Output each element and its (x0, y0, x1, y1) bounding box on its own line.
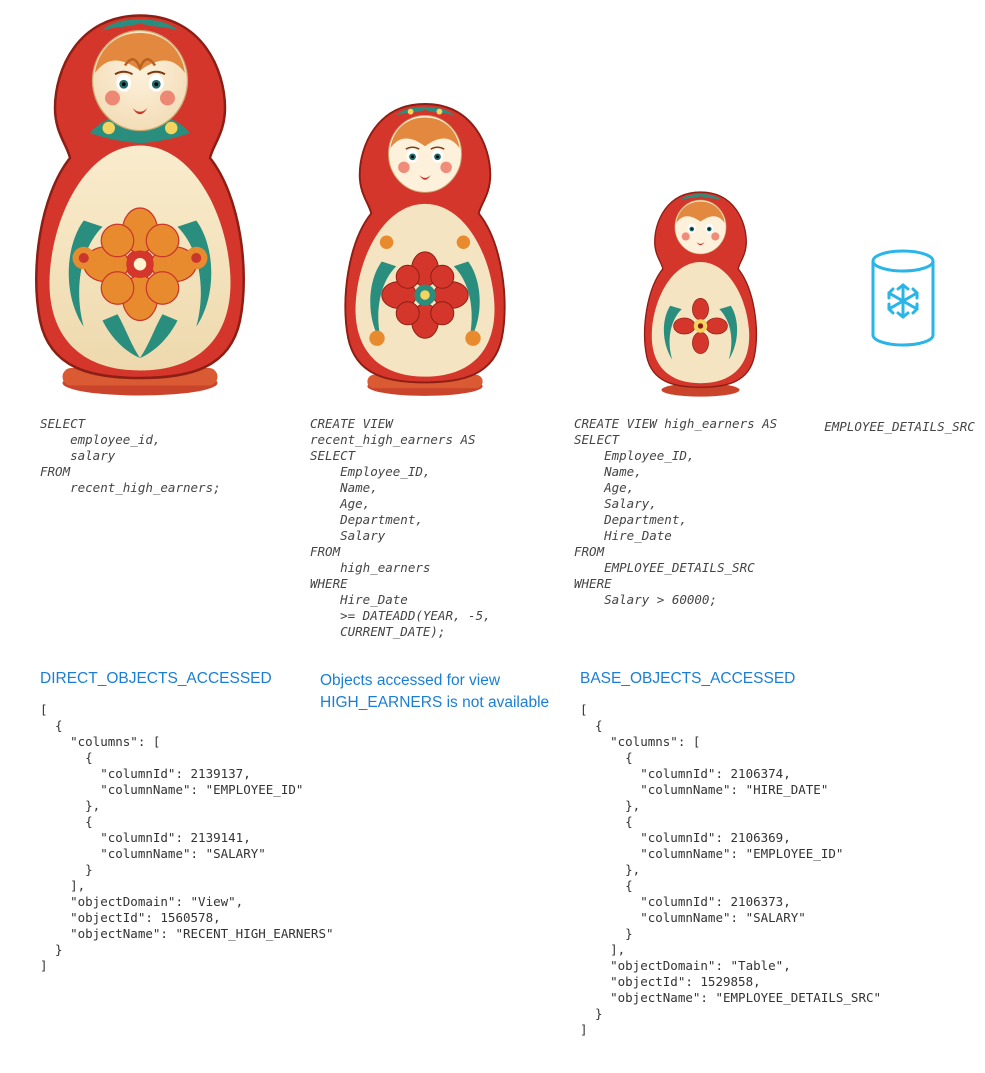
access-history-row: DIRECT_OBJECTS_ACCESSED [ { "columns": [… (0, 670, 985, 1038)
sql-code: SELECT employee_id, salary FROM recent_h… (40, 416, 300, 496)
doll-small (600, 188, 800, 398)
direct-objects-json: [ { "columns": [ { "columnId": 2139137, … (40, 702, 330, 974)
direct-heading: DIRECT_OBJECTS_ACCESSED (40, 670, 330, 688)
sql-query-block: SELECT employee_id, salary FROM recent_h… (40, 416, 300, 496)
doll-large (0, 8, 280, 398)
sql-code: CREATE VIEW recent_high_earners AS SELEC… (310, 416, 560, 640)
database-cylinder (820, 198, 985, 398)
snowflake-db-icon (864, 198, 942, 398)
illustration-row (0, 0, 985, 398)
sql-code: CREATE VIEW high_earners AS SELECT Emplo… (574, 416, 804, 608)
table-name: EMPLOYEE_DETAILS_SRC (824, 419, 975, 434)
base-objects-block: BASE_OBJECTS_ACCESSED [ { "columns": [ {… (580, 670, 910, 1038)
matryoshka-icon (15, 8, 265, 398)
sql-row: SELECT employee_id, salary FROM recent_h… (0, 416, 985, 640)
base-objects-json: [ { "columns": [ { "columnId": 2106374, … (580, 702, 910, 1038)
matryoshka-icon (633, 188, 768, 398)
doll-medium (300, 98, 550, 398)
matryoshka-icon (329, 98, 521, 398)
direct-objects-block: DIRECT_OBJECTS_ACCESSED [ { "columns": [… (40, 670, 330, 974)
middle-note-block: Objects accessed for view HIGH_EARNERS i… (320, 670, 550, 715)
source-table-label: EMPLOYEE_DETAILS_SRC (814, 416, 985, 436)
base-heading: BASE_OBJECTS_ACCESSED (580, 670, 910, 688)
sql-view2-block: CREATE VIEW recent_high_earners AS SELEC… (310, 416, 560, 640)
sql-view1-block: CREATE VIEW high_earners AS SELECT Emplo… (574, 416, 804, 608)
not-available-note: Objects accessed for view HIGH_EARNERS i… (320, 670, 550, 715)
